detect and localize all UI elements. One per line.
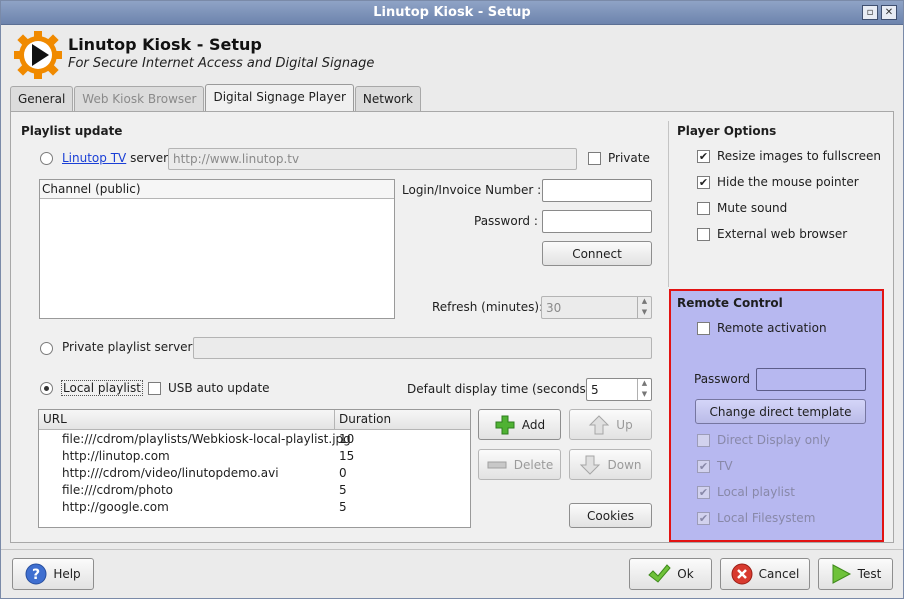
- up-button: Up: [569, 409, 652, 440]
- channel-list[interactable]: Channel (public): [39, 179, 395, 319]
- default-display-time-value: 5: [591, 383, 599, 397]
- table-row[interactable]: file:///cdrom/photo 5: [39, 482, 470, 499]
- direct-display-only-checkbox: [697, 434, 710, 447]
- cookies-button[interactable]: Cookies: [569, 503, 652, 528]
- hide-mouse-checkbox[interactable]: ✔: [697, 176, 710, 189]
- table-row[interactable]: file:///cdrom/playlists/Webkiosk-local-p…: [39, 431, 470, 448]
- tab-network[interactable]: Network: [354, 86, 421, 111]
- minus-icon: [487, 461, 507, 468]
- linutop-tv-radio[interactable]: [40, 152, 53, 165]
- test-button[interactable]: Test: [818, 558, 893, 590]
- playlist-section-title: Playlist update: [21, 124, 123, 138]
- playlist-rows: file:///cdrom/playlists/Webkiosk-local-p…: [39, 430, 470, 516]
- default-display-time-label: Default display time (seconds):: [407, 382, 595, 396]
- refresh-label: Refresh (minutes):: [432, 300, 544, 314]
- connect-button[interactable]: Connect: [542, 241, 652, 266]
- remote-local-playlist-checkbox: ✔: [697, 486, 710, 499]
- local-playlist-label: Local playlist: [61, 380, 143, 396]
- svg-text:?: ?: [32, 567, 40, 583]
- local-filesystem-label: Local Filesystem: [717, 511, 816, 525]
- local-playlist-radio[interactable]: [40, 382, 53, 395]
- remote-control-title: Remote Control: [677, 296, 783, 310]
- private-server-radio[interactable]: [40, 342, 53, 355]
- close-icon[interactable]: ✕: [881, 5, 897, 20]
- password-label: Password :: [474, 214, 538, 228]
- linutop-gear-play-icon: [14, 31, 62, 79]
- remote-password-input[interactable]: [756, 368, 866, 391]
- col-url-header[interactable]: URL: [39, 410, 335, 429]
- table-row[interactable]: http://google.com 5: [39, 499, 470, 516]
- default-time-spin-arrows[interactable]: ▲ ▼: [637, 379, 651, 400]
- tv-label: TV: [717, 459, 733, 473]
- private-checkbox[interactable]: [588, 152, 601, 165]
- cancel-button[interactable]: Cancel: [720, 558, 810, 590]
- cancel-icon: [731, 563, 753, 585]
- app-title: Linutop Kiosk - Setup: [68, 35, 262, 54]
- usb-auto-update-checkbox[interactable]: [148, 382, 161, 395]
- login-input[interactable]: [542, 179, 652, 202]
- resize-images-checkbox[interactable]: ✔: [697, 150, 710, 163]
- external-browser-checkbox[interactable]: [697, 228, 710, 241]
- change-direct-template-button[interactable]: Change direct template: [695, 399, 866, 424]
- tab-digital-signage-player[interactable]: Digital Signage Player: [205, 84, 354, 111]
- default-display-time-spinbox[interactable]: 5 ▲ ▼: [586, 378, 652, 401]
- refresh-value: 30: [546, 301, 562, 315]
- external-browser-label: External web browser: [717, 227, 848, 241]
- app-subtitle: For Secure Internet Access and Digital S…: [68, 56, 375, 71]
- title-bar[interactable]: Linutop Kiosk - Setup ▫ ✕: [1, 1, 903, 25]
- add-button[interactable]: Add: [478, 409, 561, 440]
- channel-list-header: Channel (public): [40, 180, 394, 199]
- password-input[interactable]: [542, 210, 652, 233]
- remote-activation-label: Remote activation: [717, 321, 827, 335]
- minimize-icon[interactable]: ▫: [862, 5, 878, 20]
- tab-general[interactable]: General: [10, 86, 74, 111]
- private-server-label: Private playlist server: [62, 340, 193, 354]
- remote-local-playlist-label: Local playlist: [717, 485, 795, 499]
- delete-button: Delete: [478, 449, 561, 480]
- remote-activation-checkbox[interactable]: [697, 322, 710, 335]
- hide-mouse-label: Hide the mouse pointer: [717, 175, 859, 189]
- mute-sound-checkbox[interactable]: [697, 202, 710, 215]
- resize-images-label: Resize images to fullscreen: [717, 149, 881, 163]
- play-icon: [832, 564, 851, 584]
- window-title: Linutop Kiosk - Setup: [373, 5, 531, 20]
- tab-bar: General Web Kiosk Browser Digital Signag…: [10, 84, 422, 111]
- ok-button[interactable]: Ok: [629, 558, 712, 590]
- plus-icon: [495, 415, 515, 434]
- down-button: Down: [569, 449, 652, 480]
- table-row[interactable]: http://linutop.com 15: [39, 448, 470, 465]
- direct-display-only-label: Direct Display only: [717, 433, 831, 447]
- playlist-table-header: URL Duration: [39, 410, 470, 430]
- local-filesystem-checkbox: ✔: [697, 512, 710, 525]
- usb-auto-update-label: USB auto update: [168, 381, 270, 395]
- arrow-up-icon: [589, 414, 610, 434]
- login-label: Login/Invoice Number :: [402, 183, 542, 197]
- col-duration-header[interactable]: Duration: [335, 410, 391, 429]
- tv-checkbox: ✔: [697, 460, 710, 473]
- remote-password-label: Password: [694, 372, 751, 386]
- refresh-spinbox[interactable]: 30 ▲ ▼: [541, 296, 652, 319]
- refresh-spin-arrows[interactable]: ▲ ▼: [637, 297, 651, 318]
- server-url-field[interactable]: http://www.linutop.tv: [168, 148, 577, 170]
- arrow-down-icon: [580, 455, 601, 475]
- checkmark-icon: [648, 564, 671, 583]
- linutop-tv-server-label: Linutop TV server: [62, 151, 169, 165]
- help-button[interactable]: ? Help: [12, 558, 94, 590]
- player-options-title: Player Options: [677, 124, 777, 138]
- tab-web-kiosk-browser: Web Kiosk Browser: [74, 86, 205, 111]
- player-options-divider: [668, 121, 669, 287]
- mute-sound-label: Mute sound: [717, 201, 788, 215]
- table-row[interactable]: http:///cdrom/video/linutopdemo.avi 0: [39, 465, 470, 482]
- private-server-field[interactable]: [193, 337, 652, 359]
- help-icon: ?: [25, 563, 47, 585]
- footer-separator: [1, 549, 903, 550]
- private-label: Private: [608, 151, 650, 165]
- setup-window: Linutop Kiosk - Setup ▫ ✕ Linutop Kiosk …: [0, 0, 904, 599]
- linutop-tv-link[interactable]: Linutop TV: [62, 151, 126, 165]
- playlist-table[interactable]: URL Duration file:///cdrom/playlists/Web…: [38, 409, 471, 528]
